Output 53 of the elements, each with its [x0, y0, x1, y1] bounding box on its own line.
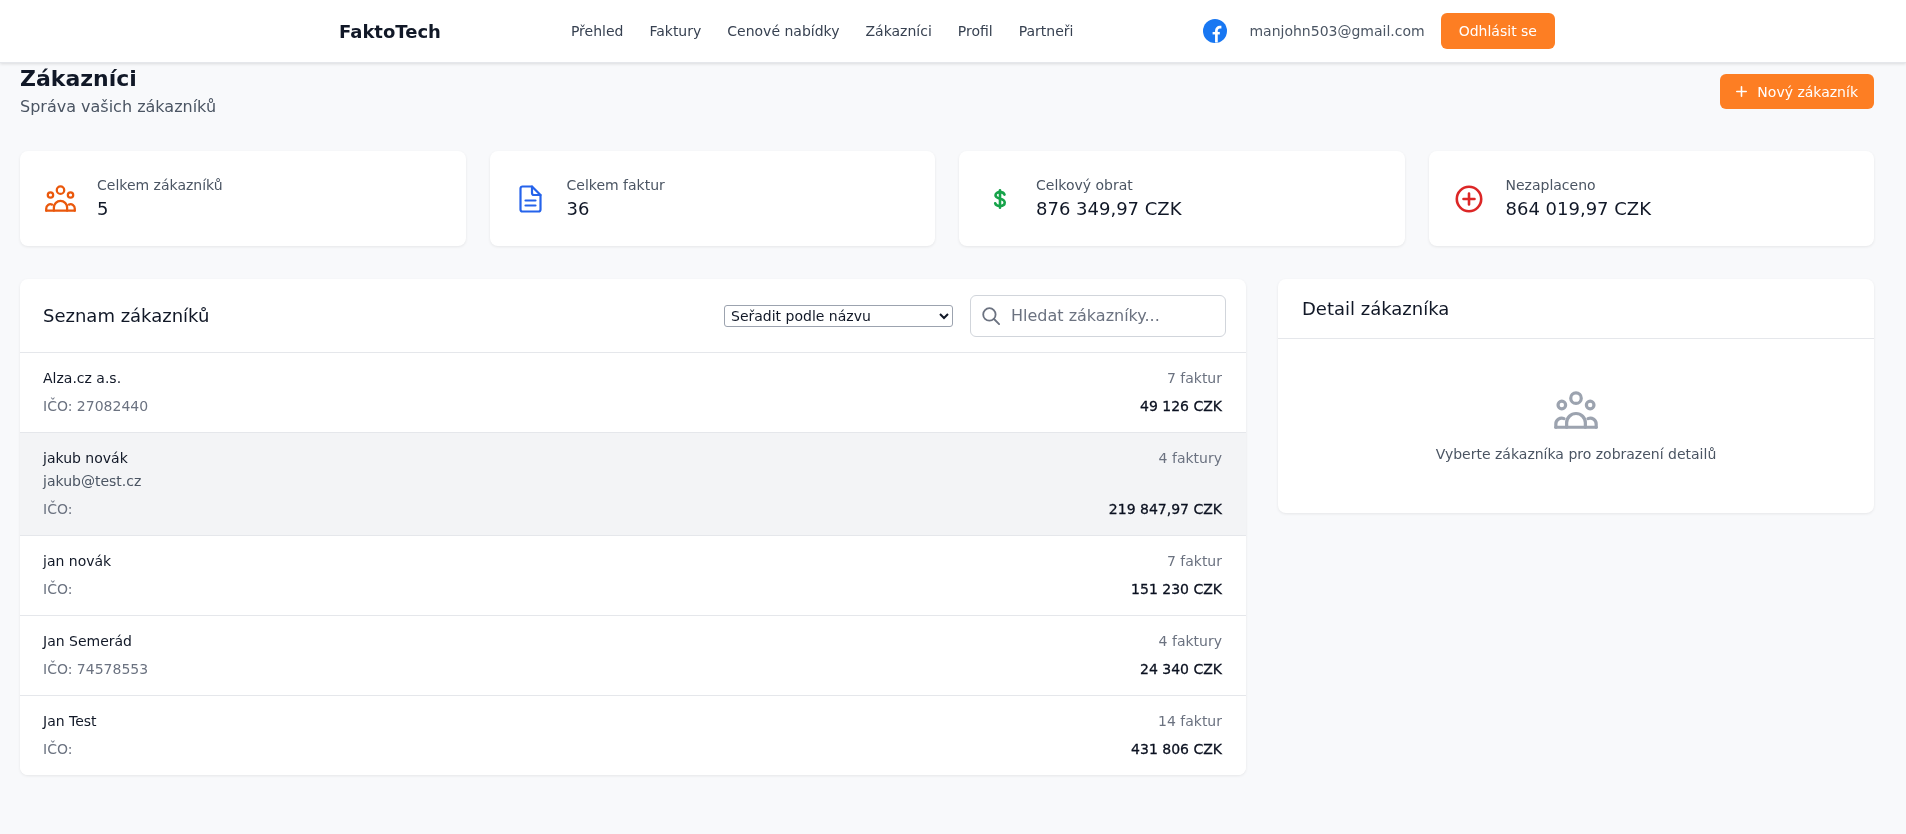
stat-label: Celkem faktur	[566, 176, 665, 194]
invoice-count: 4 faktury	[1158, 632, 1222, 651]
detail-title: Detail zákazníka	[1302, 298, 1450, 319]
customer-row[interactable]: Jan Semerád IČO: 74578553 4 faktury 24 340 CZK	[20, 616, 1246, 696]
stat-value: 36	[566, 197, 591, 221]
page-subtitle: Správa vašich zákazníků	[20, 96, 217, 118]
nav-link[interactable]: Zákazníci	[865, 23, 932, 39]
customer-amount: 151 230 CZK	[1131, 580, 1222, 599]
customer-ico: IČO:	[43, 739, 74, 759]
customer-name: Jan Test	[43, 712, 97, 731]
customer-row[interactable]: jakub novák jakub@test.cz IČO: 4 faktury 219 847,97 CZK	[20, 433, 1246, 536]
customer-ico: IČO:	[43, 499, 74, 519]
stat-value: 864 019,97 CZK	[1505, 197, 1651, 221]
customer-row[interactable]: jan novák IČO: 7 faktur 151 230 CZK	[20, 536, 1246, 616]
customer-ico: IČO:	[43, 579, 74, 599]
nav-link[interactable]: Profil	[957, 23, 993, 39]
customer-row[interactable]: Alza.cz a.s. IČO: 27082440 7 faktur 49 126 CZK	[20, 353, 1246, 433]
invoice-count: 4 faktury	[1158, 449, 1222, 468]
invoice-count: 7 faktur	[1166, 369, 1222, 388]
user-email: manjohn503@gmail.com	[1249, 23, 1425, 39]
search-icon	[982, 306, 1000, 325]
stat-label: Celkem zákazníků	[97, 176, 223, 194]
facebook-icon[interactable]	[1203, 19, 1228, 43]
customer-ico: IČO: 74578553	[43, 659, 149, 679]
invoice-count: 14 faktur	[1158, 712, 1222, 731]
people-group-icon	[1554, 391, 1598, 429]
customer-row[interactable]: Jan Test IČO: 14 faktur 431 806 CZK	[20, 696, 1246, 775]
nav-link[interactable]: Cenové nabídky	[727, 23, 840, 39]
customer-ico: IČO: 27082440	[43, 396, 149, 416]
nav-link[interactable]: Faktury	[649, 23, 702, 39]
customer-name: Alza.cz a.s.	[43, 369, 123, 388]
stat-value: 876 349,97 CZK	[1036, 197, 1182, 221]
stat-value: 5	[97, 197, 110, 221]
customer-amount: 431 806 CZK	[1131, 740, 1222, 759]
nav-link[interactable]: Partneři	[1018, 23, 1074, 39]
brand-logo[interactable]: FaktoTech	[339, 20, 441, 42]
customer-name: jakub novák	[43, 449, 129, 468]
empty-message: Vyberte zákazníka pro zobrazení detailů	[1435, 445, 1717, 464]
customer-email: jakub@test.cz	[43, 472, 142, 491]
search-field[interactable]: Hledat zákazníky...	[970, 294, 1226, 337]
list-title: Seznam zákazníků	[43, 305, 210, 326]
sort-select[interactable]: Seřadit podle názvu	[724, 304, 953, 327]
customer-amount: 24 340 CZK	[1140, 660, 1222, 679]
stat-label: Celkový obrat	[1036, 176, 1134, 194]
customer-amount: 49 126 CZK	[1140, 397, 1222, 416]
invoice-count: 7 faktur	[1166, 552, 1222, 571]
stat-label: Nezaplaceno	[1505, 176, 1597, 194]
nav-link[interactable]: Přehled	[570, 23, 624, 39]
plus-icon	[1736, 86, 1748, 97]
customer-name: Jan Semerád	[43, 632, 133, 651]
customer-amount: 219 847,97 CZK	[1108, 500, 1222, 519]
customer-name: jan novák	[43, 552, 112, 571]
page-title: Zákazníci	[20, 65, 138, 92]
